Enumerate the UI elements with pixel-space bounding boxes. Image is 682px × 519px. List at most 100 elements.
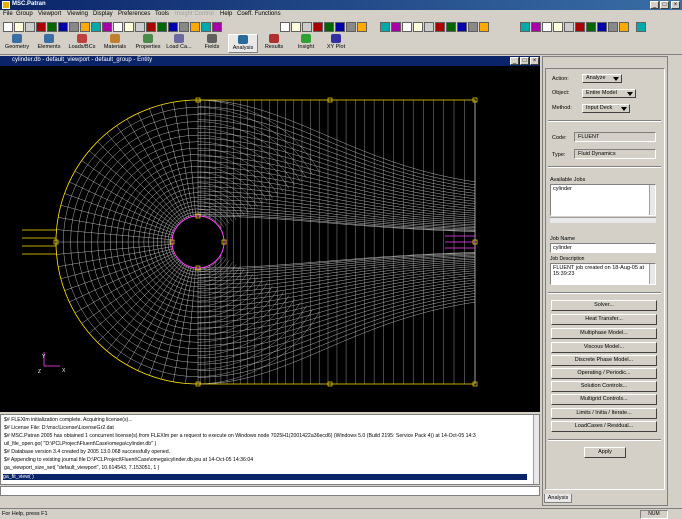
toolbar-tool-icon[interactable]	[457, 22, 467, 32]
toolbar-tool-icon[interactable]	[201, 22, 211, 32]
toolbar-tool-icon[interactable]	[380, 22, 390, 32]
tab-insight[interactable]: Insight	[292, 34, 320, 53]
discrete-phase-model-button[interactable]: Discrete Phase Model...	[551, 355, 657, 366]
menu-preferences[interactable]: Preferences	[118, 11, 150, 17]
tab-elements[interactable]: Elements	[34, 34, 64, 53]
mesh-canvas[interactable]	[0, 66, 540, 412]
tab-geometry[interactable]: Geometry	[2, 34, 32, 53]
object-dropdown[interactable]: Entire Model	[582, 89, 636, 98]
toolbar-tool-icon[interactable]	[58, 22, 68, 32]
method-dropdown[interactable]: Input Deck	[582, 104, 630, 113]
toolbar-tool-icon[interactable]	[36, 22, 46, 32]
list-item[interactable]: cylinder	[553, 186, 653, 192]
description-scrollbar[interactable]	[649, 264, 655, 284]
toolbar-tool-icon[interactable]	[335, 22, 345, 32]
toolbar-tool-icon[interactable]	[69, 22, 79, 32]
history-line-selected[interactable]: ga_fit_view( )	[3, 474, 527, 480]
viewport-close-button[interactable]: ×	[530, 57, 539, 65]
maximize-button[interactable]: □	[660, 1, 669, 9]
menu-tools[interactable]: Tools	[155, 11, 169, 17]
menu-group[interactable]: Group	[16, 11, 33, 17]
toolbar-tool-icon[interactable]	[402, 22, 412, 32]
toolbar-tool-icon[interactable]	[619, 22, 629, 32]
job-name-input[interactable]: cylinder	[550, 243, 656, 253]
toolbar-tool-icon[interactable]	[479, 22, 489, 32]
toolbar-tool-icon[interactable]	[468, 22, 478, 32]
toolbar-tool-icon[interactable]	[413, 22, 423, 32]
toolbar-tool-icon[interactable]	[302, 22, 312, 32]
tab-load-cases[interactable]: Load Ca...	[164, 34, 194, 53]
close-button[interactable]: ×	[671, 1, 680, 9]
tab-materials[interactable]: Materials	[100, 34, 130, 53]
tab-properties[interactable]: Properties	[132, 34, 164, 53]
toolbar-tool-icon[interactable]	[542, 22, 552, 32]
tab-fields[interactable]: Fields	[198, 34, 226, 53]
solution-controls-button[interactable]: Solution Controls...	[551, 381, 657, 392]
toolbar-tool-icon[interactable]	[636, 22, 646, 32]
toolbar-tool-icon[interactable]	[575, 22, 585, 32]
available-jobs-list[interactable]: cylinder	[550, 184, 656, 216]
toolbar-tool-icon[interactable]	[435, 22, 445, 32]
toolbar-tool-icon[interactable]	[179, 22, 189, 32]
toolbar-tool-icon[interactable]	[113, 22, 123, 32]
toolbar-tool-icon[interactable]	[80, 22, 90, 32]
tab-loads-bcs[interactable]: Loads/BCs	[66, 34, 98, 53]
jobs-horizontal-scrollbar[interactable]	[550, 217, 656, 223]
command-input[interactable]	[0, 486, 540, 496]
multigrid-controls-button[interactable]: Multigrid Controls...	[551, 394, 657, 405]
toolbar-tool-icon[interactable]	[357, 22, 367, 32]
toolbar-tool-icon[interactable]	[124, 22, 134, 32]
tab-analysis-panel[interactable]: Analysis	[544, 494, 572, 503]
menu-help[interactable]: Help	[220, 11, 232, 17]
jobs-scrollbar[interactable]	[649, 185, 655, 215]
toolbar-tool-icon[interactable]	[597, 22, 607, 32]
toolbar-tool-icon[interactable]	[47, 22, 57, 32]
toolbar-tool-icon[interactable]	[280, 22, 290, 32]
minimize-button[interactable]: _	[650, 1, 659, 9]
operating-periodic-button[interactable]: Operating / Periodic...	[551, 368, 657, 379]
toolbar-tool-icon[interactable]	[3, 22, 13, 32]
toolbar-tool-icon[interactable]	[190, 22, 200, 32]
toolbar-tool-icon[interactable]	[135, 22, 145, 32]
loadcases-residual-button[interactable]: LoadCases / Residual...	[551, 421, 657, 432]
menu-display[interactable]: Display	[93, 11, 113, 17]
toolbar-tool-icon[interactable]	[346, 22, 356, 32]
toolbar-tool-icon[interactable]	[564, 22, 574, 32]
menu-coeff-functions[interactable]: Coeff. Functions	[237, 11, 281, 17]
toolbar-tool-icon[interactable]	[291, 22, 301, 32]
action-dropdown[interactable]: Analyze	[582, 74, 622, 83]
heat-transfer-button[interactable]: Heat Transfer...	[551, 314, 657, 325]
toolbar-tool-icon[interactable]	[212, 22, 222, 32]
menu-viewport[interactable]: Viewport	[38, 11, 61, 17]
toolbar-tool-icon[interactable]	[324, 22, 334, 32]
viewport-maximize-button[interactable]: □	[520, 57, 529, 65]
toolbar-tool-icon[interactable]	[586, 22, 596, 32]
toolbar-tool-icon[interactable]	[168, 22, 178, 32]
toolbar-tool-icon[interactable]	[608, 22, 618, 32]
toolbar-tool-icon[interactable]	[531, 22, 541, 32]
limits-initia-iterate-button[interactable]: Limits / Initia / Iterate...	[551, 408, 657, 419]
tab-xy-plot[interactable]: XY Plot	[322, 34, 350, 53]
graphics-viewport[interactable]: Y X Z	[0, 66, 540, 412]
toolbar-tool-icon[interactable]	[157, 22, 167, 32]
tab-results[interactable]: Results	[260, 34, 288, 53]
viscous-model-button[interactable]: Viscous Model...	[551, 342, 657, 353]
toolbar-tool-icon[interactable]	[446, 22, 456, 32]
history-window[interactable]: $# FLEXlm initialization complete. Acqui…	[0, 414, 540, 485]
history-scrollbar[interactable]	[533, 415, 539, 484]
solver-button[interactable]: Solver...	[551, 300, 657, 311]
multiphase-model-button[interactable]: Multiphase Model...	[551, 328, 657, 339]
toolbar-tool-icon[interactable]	[424, 22, 434, 32]
toolbar-tool-icon[interactable]	[25, 22, 35, 32]
toolbar-tool-icon[interactable]	[391, 22, 401, 32]
job-description-input[interactable]: FLUENT job created on 18-Aug-05 at 15:39…	[550, 263, 656, 285]
menu-viewing[interactable]: Viewing	[67, 11, 88, 17]
menu-insight-control[interactable]: Insight Control	[175, 11, 214, 17]
viewport-minimize-button[interactable]: _	[510, 57, 519, 65]
toolbar-tool-icon[interactable]	[313, 22, 323, 32]
toolbar-tool-icon[interactable]	[520, 22, 530, 32]
menu-file[interactable]: File	[3, 11, 13, 17]
toolbar-tool-icon[interactable]	[14, 22, 24, 32]
toolbar-tool-icon[interactable]	[146, 22, 156, 32]
toolbar-tool-icon[interactable]	[102, 22, 112, 32]
